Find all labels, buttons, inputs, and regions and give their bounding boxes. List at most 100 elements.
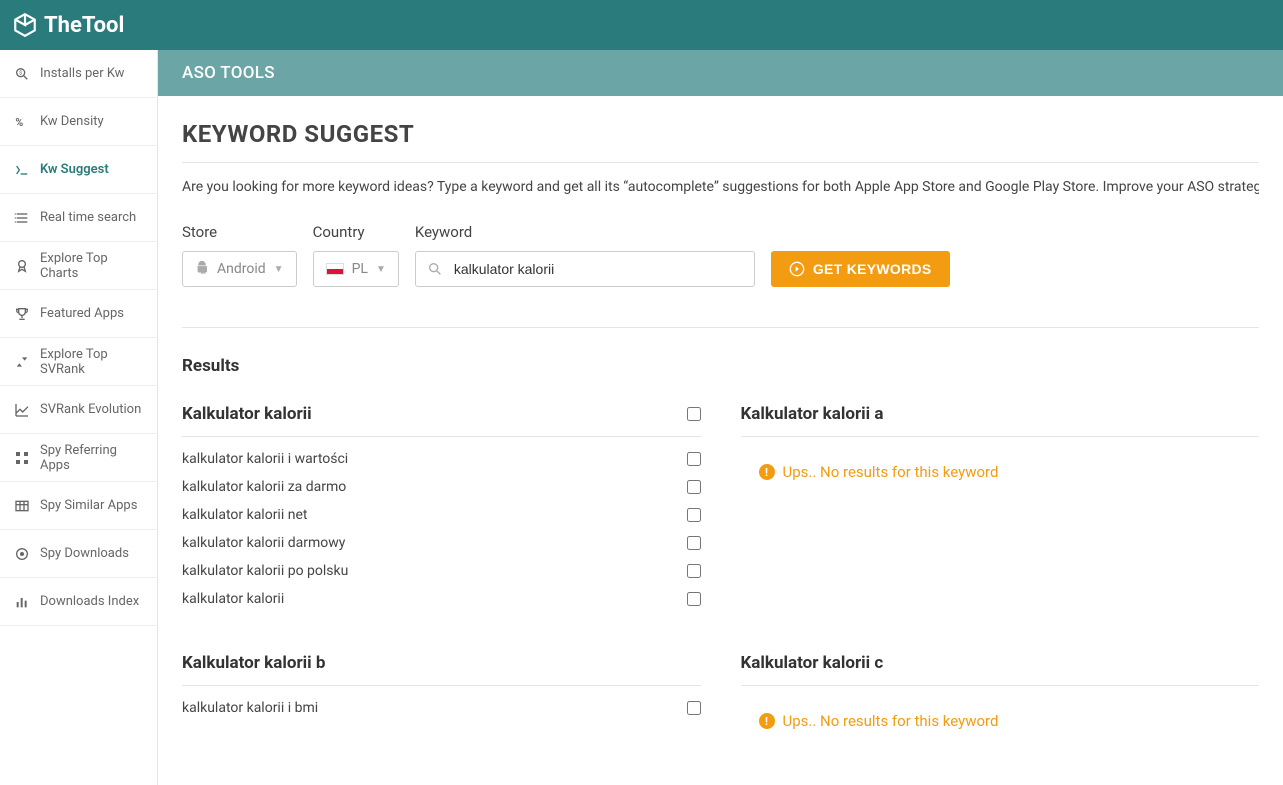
sidebar-item-label: Spy Referring Apps	[40, 443, 143, 473]
content: KEYWORD SUGGEST Are you looking for more…	[158, 96, 1283, 785]
keyword-row: kalkulator kalorii darmowy	[182, 529, 701, 557]
country-field: Country PL ▼	[313, 223, 399, 287]
no-results-text: Ups.. No results for this keyword	[783, 712, 999, 730]
results-grid: Kalkulator kalorii kalkulator kalorii i w…	[182, 404, 1259, 730]
filter-bar: Store Android ▼ Country PL ▼	[182, 223, 1259, 328]
chevron-down-icon: ▼	[376, 264, 386, 275]
table-icon	[14, 498, 30, 514]
no-results-message: !Ups.. No results for this keyword	[741, 445, 1260, 481]
store-value: Android	[217, 261, 266, 277]
sidebar-item-svrank-evolution[interactable]: SVRank Evolution	[0, 386, 157, 434]
keyword-checkbox[interactable]	[687, 701, 701, 715]
country-select[interactable]: PL ▼	[313, 251, 399, 287]
get-keywords-label: GET KEYWORDS	[813, 261, 932, 277]
updown-icon	[14, 354, 30, 370]
svg-text:%: %	[15, 116, 23, 129]
submit-field: GET KEYWORDS	[771, 223, 950, 287]
keyword-row: kalkulator kalorii net	[182, 501, 701, 529]
keyword-checkbox[interactable]	[687, 452, 701, 466]
store-field: Store Android ▼	[182, 223, 297, 287]
no-results-message: !Ups.. No results for this keyword	[741, 694, 1260, 730]
sidebar-item-featured-apps[interactable]: Featured Apps	[0, 290, 157, 338]
result-group-header: Kalkulator kalorii c	[741, 653, 1260, 686]
keyword-checkbox[interactable]	[687, 508, 701, 522]
sidebar-item-spy-downloads[interactable]: Spy Downloads	[0, 530, 157, 578]
suggest-icon	[14, 162, 30, 178]
svg-text:$: $	[19, 69, 22, 76]
result-group: Kalkulator kalorii b kalkulator kalorii i…	[182, 653, 701, 730]
brand-logo[interactable]: TheTool	[12, 12, 124, 38]
result-group: Kalkulator kalorii kalkulator kalorii i w…	[182, 404, 701, 613]
grid-icon	[14, 450, 30, 466]
logo-icon	[12, 12, 38, 38]
sidebar-item-kw-density[interactable]: % Kw Density	[0, 98, 157, 146]
sidebar-item-label: Featured Apps	[40, 306, 124, 321]
spacer-label	[771, 223, 950, 241]
result-group-header: Kalkulator kalorii	[182, 404, 701, 437]
medal-icon	[14, 258, 30, 274]
arrow-circle-right-icon	[789, 261, 805, 277]
sidebar-item-label: Spy Similar Apps	[40, 498, 137, 513]
sidebar: $ Installs per Kw% Kw Density Kw Suggest Rea…	[0, 50, 158, 785]
search-icon	[427, 261, 443, 277]
flag-pl-icon	[326, 263, 344, 275]
sidebar-item-label: Installs per Kw	[40, 66, 124, 81]
country-value: PL	[352, 261, 368, 277]
keyword-checkbox[interactable]	[687, 480, 701, 494]
result-group-header: Kalkulator kalorii a	[741, 404, 1260, 437]
keyword-text: kalkulator kalorii po polsku	[182, 563, 348, 579]
sidebar-item-spy-similar-apps[interactable]: Spy Similar Apps	[0, 482, 157, 530]
get-keywords-button[interactable]: GET KEYWORDS	[771, 251, 950, 287]
chevron-down-icon: ▼	[274, 264, 284, 275]
keyword-text: kalkulator kalorii	[182, 591, 284, 607]
main: ASO TOOLS KEYWORD SUGGEST Are you lookin…	[158, 50, 1283, 785]
keyword-row: kalkulator kalorii za darmo	[182, 473, 701, 501]
sidebar-item-explore-top-charts[interactable]: Explore Top Charts	[0, 242, 157, 290]
keyword-checkbox[interactable]	[687, 592, 701, 606]
android-icon	[195, 260, 209, 278]
sidebar-item-label: Explore Top SVRank	[40, 347, 143, 377]
sidebar-item-label: Downloads Index	[40, 594, 139, 609]
sidebar-item-label: Explore Top Charts	[40, 251, 143, 281]
keyword-input[interactable]	[415, 251, 755, 287]
sidebar-item-label: SVRank Evolution	[40, 402, 141, 417]
subheader-title: ASO TOOLS	[182, 63, 275, 83]
warning-icon: !	[759, 464, 775, 480]
result-group-title: Kalkulator kalorii b	[182, 653, 325, 673]
keyword-checkbox[interactable]	[687, 536, 701, 550]
sidebar-item-kw-suggest[interactable]: Kw Suggest	[0, 146, 157, 194]
results-title: Results	[182, 356, 1259, 376]
keyword-row: kalkulator kalorii	[182, 585, 701, 613]
bar-icon	[14, 594, 30, 610]
sidebar-item-installs-per-kw[interactable]: $ Installs per Kw	[0, 50, 157, 98]
chart-icon	[14, 402, 30, 418]
store-label: Store	[182, 223, 297, 241]
store-select[interactable]: Android ▼	[182, 251, 297, 287]
sidebar-item-label: Kw Density	[40, 114, 104, 129]
sidebar-item-spy-referring-apps[interactable]: Spy Referring Apps	[0, 434, 157, 482]
sidebar-item-label: Kw Suggest	[40, 162, 109, 177]
sidebar-item-real-time-search[interactable]: Real time search	[0, 194, 157, 242]
sidebar-item-label: Spy Downloads	[40, 546, 129, 561]
sidebar-item-explore-top-svrank[interactable]: Explore Top SVRank	[0, 338, 157, 386]
keyword-text: kalkulator kalorii net	[182, 507, 307, 523]
keyword-text: kalkulator kalorii darmowy	[182, 535, 345, 551]
keyword-text: kalkulator kalorii i wartości	[182, 451, 348, 467]
list-icon	[14, 210, 30, 226]
result-group: Kalkulator kalorii a !Ups.. No results fo…	[741, 404, 1260, 613]
keyword-text: kalkulator kalorii za darmo	[182, 479, 346, 495]
page-intro: Are you looking for more keyword ideas? …	[182, 179, 1259, 195]
trophy-icon	[14, 306, 30, 322]
disc-icon	[14, 546, 30, 562]
sidebar-item-downloads-index[interactable]: Downloads Index	[0, 578, 157, 626]
keyword-checkbox[interactable]	[687, 564, 701, 578]
sidebar-item-label: Real time search	[40, 210, 136, 225]
result-group-title: Kalkulator kalorii c	[741, 653, 884, 673]
keyword-row: kalkulator kalorii i bmi	[182, 694, 701, 722]
topbar: TheTool	[0, 0, 1283, 50]
density-icon: %	[14, 114, 30, 130]
keyword-label: Keyword	[415, 223, 755, 241]
result-group-title: Kalkulator kalorii a	[741, 404, 884, 424]
page-title: KEYWORD SUGGEST	[182, 120, 1259, 163]
select-all-checkbox[interactable]	[687, 407, 701, 421]
